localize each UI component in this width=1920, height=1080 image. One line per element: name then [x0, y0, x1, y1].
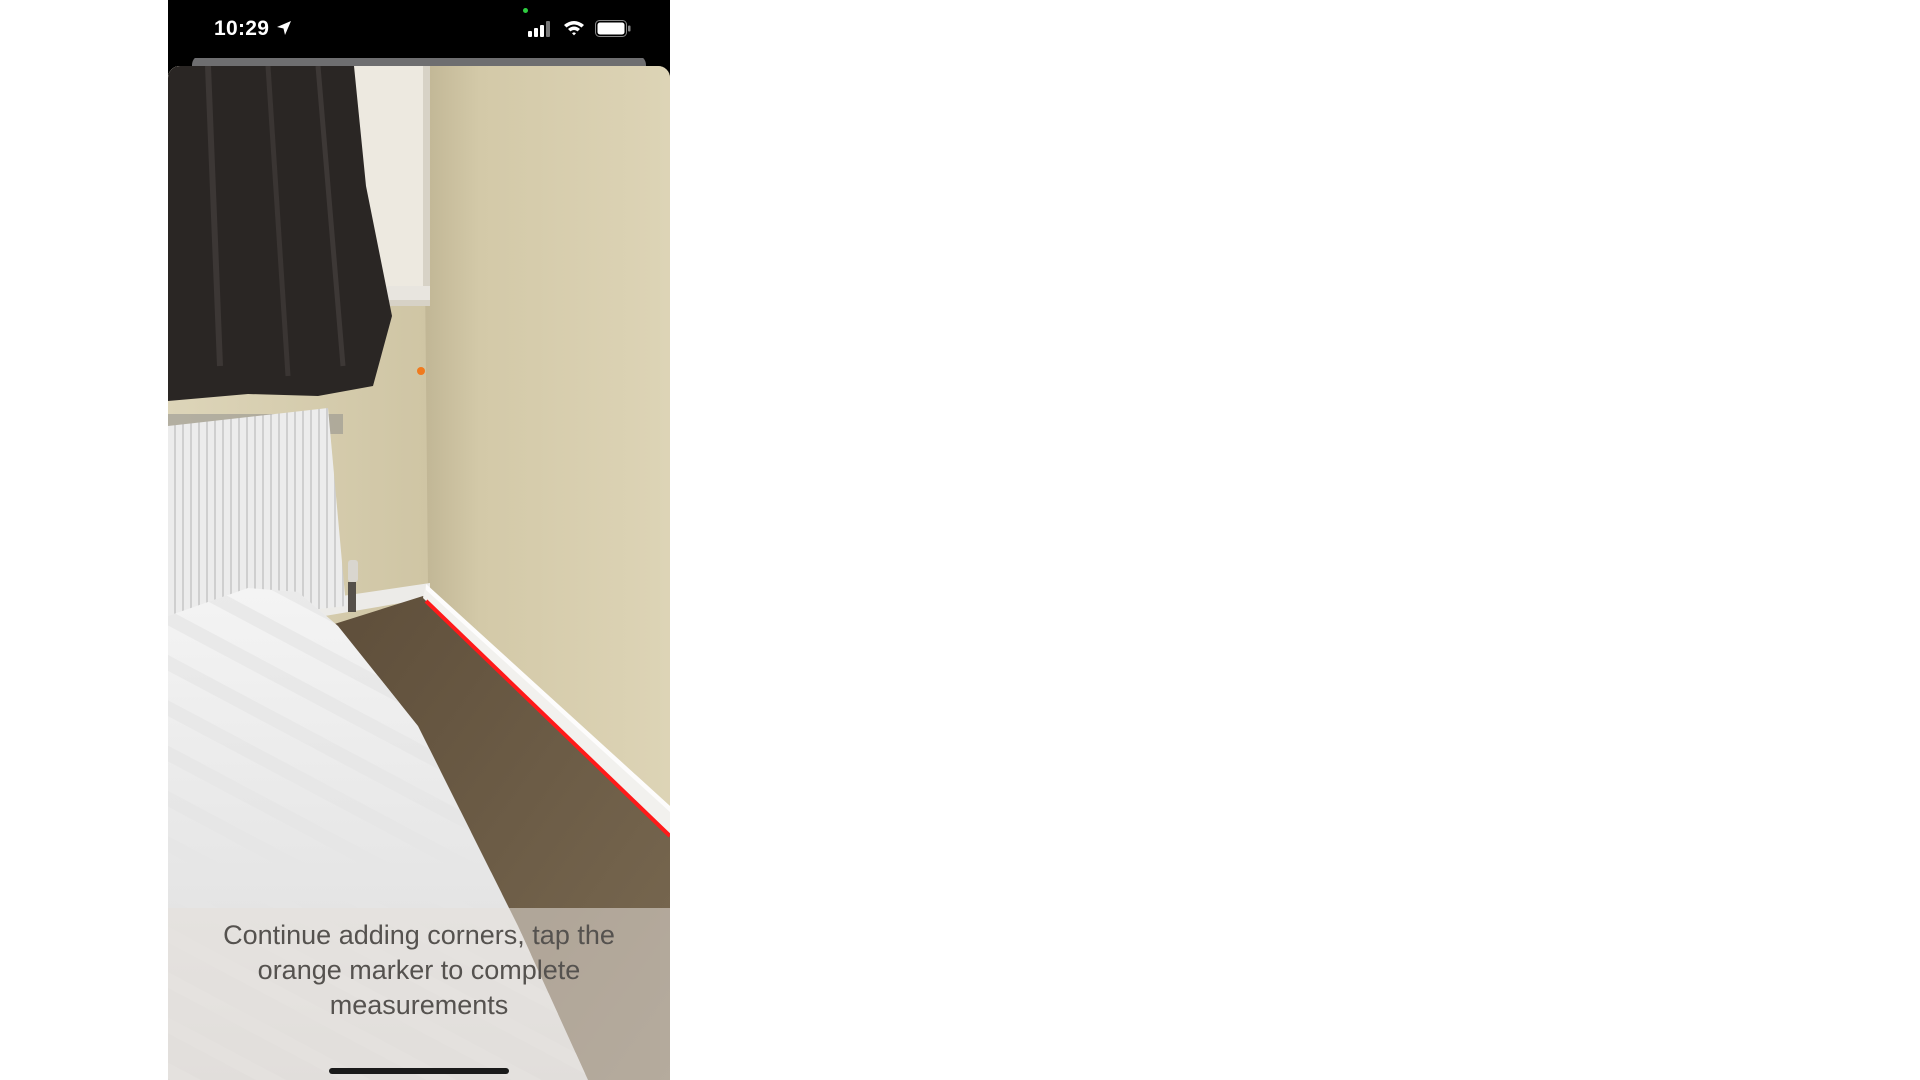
orange-marker[interactable]: [417, 367, 425, 375]
instruction-text: Continue adding corners, tap the orange …: [223, 920, 615, 1020]
status-time: 10:29: [214, 17, 270, 40]
location-arrow-icon: [276, 20, 292, 41]
phone-screen: 10:29 Continue adding corners, tap the o…: [168, 0, 670, 1080]
wifi-icon: [563, 19, 585, 42]
camera-in-use-indicator: [523, 8, 528, 13]
instruction-panel: Continue adding corners, tap the orange …: [168, 908, 670, 1080]
status-bar: 10:29: [168, 0, 670, 58]
battery-icon: [595, 20, 631, 42]
home-indicator[interactable]: [329, 1068, 509, 1074]
signal-icon: [528, 21, 550, 42]
